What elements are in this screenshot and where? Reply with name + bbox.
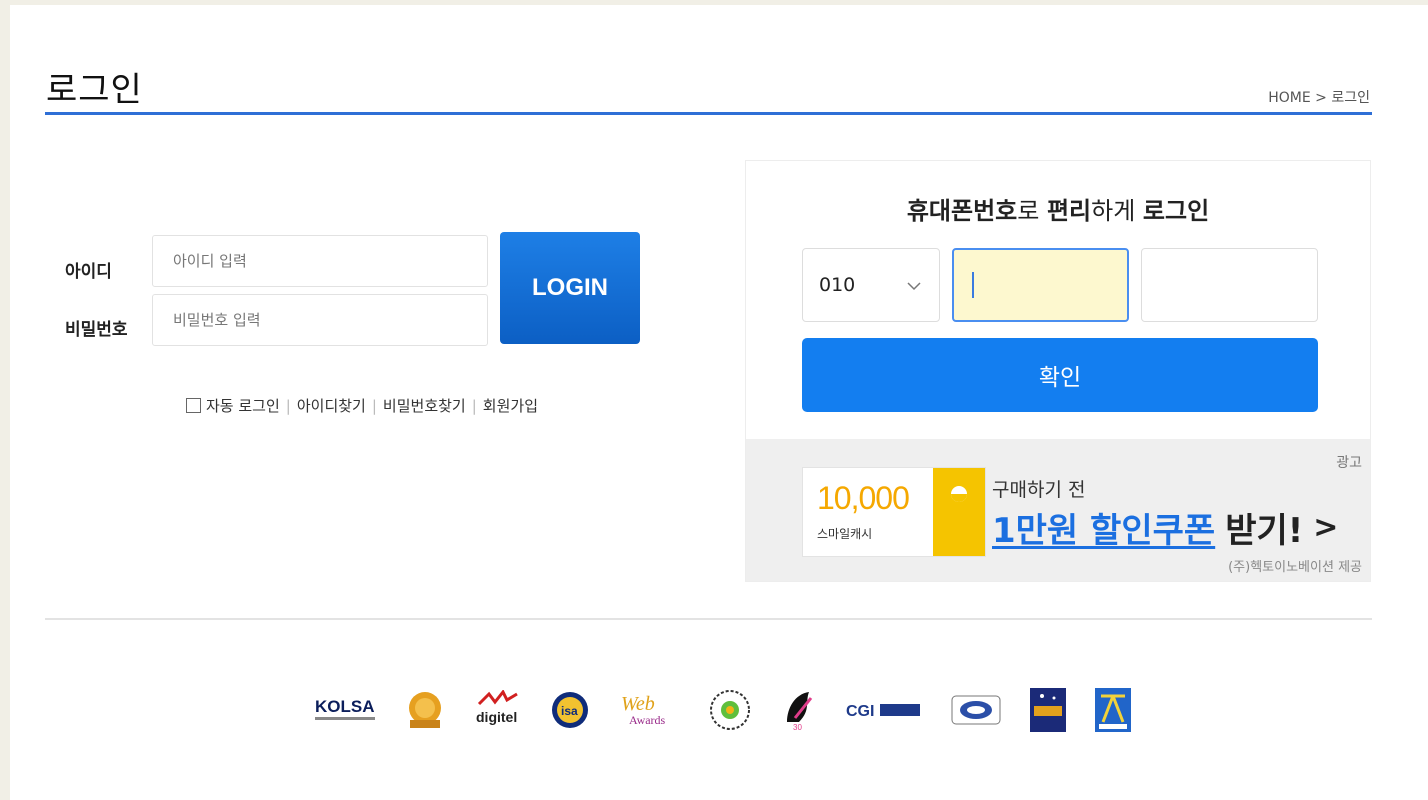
svg-text:Awards: Awards (629, 713, 666, 727)
title-part-convenient: 편리 (1046, 197, 1092, 225)
coupon-text: 1만원 할인쿠폰 (992, 511, 1216, 551)
login-button[interactable]: LOGIN (500, 232, 640, 344)
id-label: 아이디 (65, 262, 112, 282)
isa-logo: isa (550, 690, 590, 730)
phone-prefix-value: 010 (819, 274, 856, 296)
cash-label: 스마일캐시 (817, 527, 873, 541)
seal-logo (708, 688, 752, 732)
phone-login-title: 휴대폰번호로 편리하게 로그인 (746, 191, 1370, 226)
ad-provider: (주)헥토이노베이션 제공 (1228, 560, 1362, 575)
login-links: 자동 로그인 | 아이디찾기 | 비밀번호찾기 | 회원가입 (186, 395, 538, 416)
receive-text: 받기! (1225, 511, 1304, 551)
digitel-logo: digitel (473, 690, 521, 730)
svg-text:digitel: digitel (476, 709, 517, 725)
title-part-phone: 휴대폰번호 (906, 197, 1018, 225)
password-input[interactable] (152, 294, 488, 346)
auto-login-label: 자동 로그인 (206, 397, 280, 415)
link-separator: | (285, 396, 291, 415)
ad-coupon-link[interactable]: 1만원 할인쿠폰 받기! > (992, 503, 1338, 552)
cgi-logo: CGI (846, 698, 922, 722)
award-badge-logo (406, 690, 444, 730)
breadcrumb: HOME > 로그인 (1268, 90, 1370, 106)
smile-icon (951, 486, 967, 502)
ad-banner[interactable]: 광고 10,000 스마일캐시 구매하기 전 1만원 할인쿠폰 받기! > (주… (746, 439, 1370, 581)
eye-logo (951, 695, 1001, 725)
id-input[interactable] (152, 235, 488, 287)
night-logo (1030, 688, 1066, 732)
page-title: 로그인 (46, 70, 143, 110)
find-id-link[interactable]: 아이디찾기 (297, 395, 366, 416)
phone-last-input[interactable] (1141, 248, 1318, 322)
arrow-right-icon: > (1313, 510, 1339, 545)
smile-strip (933, 468, 985, 556)
auto-login-checkbox[interactable] (186, 398, 201, 413)
confirm-button[interactable]: 확인 (802, 338, 1318, 412)
password-label: 비밀번호 (65, 320, 128, 340)
title-part-hage: 하게 (1091, 197, 1143, 225)
svg-text:isa: isa (561, 704, 578, 718)
link-separator: | (371, 396, 377, 415)
phone-prefix-select[interactable]: 010 (802, 248, 940, 322)
title-part-login: 로그인 (1142, 197, 1210, 225)
web-awards-logo: Web Awards (619, 690, 679, 730)
text-caret (972, 272, 974, 298)
signup-link[interactable]: 회원가입 (483, 395, 538, 416)
svg-text:CGI: CGI (846, 703, 874, 720)
phone-middle-input[interactable] (952, 248, 1129, 322)
title-part-ro: 로 (1017, 197, 1047, 225)
footer-divider (45, 618, 1372, 620)
link-separator: | (471, 396, 477, 415)
svg-text:30: 30 (793, 723, 802, 732)
certification-logos: KOLSA digitel isa Web Awards 30 CGI (315, 685, 1131, 735)
find-password-link[interactable]: 비밀번호찾기 (383, 395, 466, 416)
svg-text:KOLSA: KOLSA (315, 697, 375, 716)
hand-logo: 30 (781, 688, 817, 732)
figure-logo (1095, 688, 1131, 732)
kolsa-logo: KOLSA (315, 694, 377, 726)
title-divider (45, 112, 1372, 115)
auto-login[interactable]: 자동 로그인 (186, 395, 280, 416)
page: 로그인 HOME > 로그인 아이디 비밀번호 LOGIN 자동 로그인 | 아… (10, 5, 1428, 800)
ad-before-purchase: 구매하기 전 (992, 479, 1086, 501)
smile-cash-card: 10,000 스마일캐시 (802, 467, 986, 557)
cash-amount: 10,000 (817, 480, 910, 516)
ad-label: 광고 (1336, 455, 1362, 471)
chevron-down-icon (907, 276, 921, 295)
phone-login-panel: 휴대폰번호로 편리하게 로그인 010 확인 광고 10,000 스마일캐시 구… (745, 160, 1371, 582)
svg-text:Web: Web (621, 693, 655, 715)
